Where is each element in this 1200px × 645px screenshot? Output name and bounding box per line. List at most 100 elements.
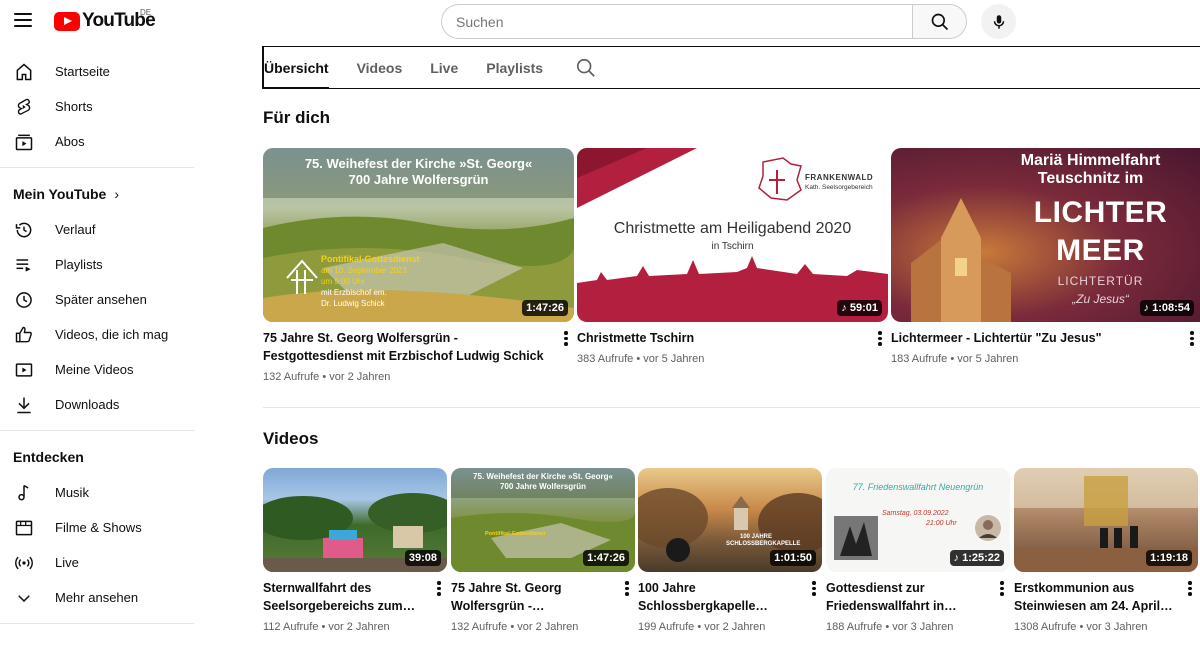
sidebar-item-films[interactable]: Filme & Shows	[0, 510, 200, 545]
section-title-videos: Videos	[263, 429, 319, 448]
thumbnail-text: Teuschnitz im	[1037, 170, 1144, 187]
video-meta: 132 Aufrufe • vor 2 Jahren	[263, 371, 391, 383]
video-thumbnail[interactable]: 75. Weihefest der Kirche »St. Georg« 700…	[263, 148, 574, 322]
chevron-down-icon	[13, 587, 35, 609]
more-options-icon[interactable]	[812, 581, 816, 596]
thumbnail-text: MEER	[1056, 234, 1145, 267]
video-thumbnail[interactable]: 39:08	[263, 468, 447, 572]
thumbnail-text: Christmette am Heiligabend 2020	[613, 220, 852, 237]
sidebar-divider	[0, 623, 194, 624]
channel-tabs: Übersicht Videos Live Playlists	[262, 46, 1200, 89]
sidebar-item-home[interactable]: Startseite	[0, 54, 200, 89]
video-title[interactable]: 100 Jahre Schlossbergkapelle…	[638, 579, 822, 615]
film-icon	[13, 517, 35, 539]
video-card: 75. Weihefest der Kirche »St. Georg« 700…	[263, 148, 574, 383]
video-title[interactable]: 75 Jahre St. Georg Wolfersgrün - Festgot…	[263, 329, 574, 365]
video-duration: ♪ 1:25:22	[949, 550, 1004, 566]
thumbnail-text: 21:00 Uhr	[926, 520, 957, 527]
video-duration: 39:08	[404, 550, 441, 566]
more-options-icon[interactable]	[437, 581, 441, 596]
thumbnail-text: LICHTER	[1033, 196, 1168, 229]
sidebar-item-liked-videos[interactable]: Videos, die ich mag	[0, 317, 200, 352]
sidebar-item-my-videos[interactable]: Meine Videos	[0, 352, 200, 387]
search-icon	[931, 13, 948, 30]
video-card: Mariä Himmelfahrt Teuschnitz im LICHTER …	[891, 148, 1200, 365]
video-title[interactable]: Sternwallfahrt des Seelsorgebereichs zum…	[263, 579, 447, 615]
audio-note-icon: ♪	[841, 302, 850, 314]
church-logo-icon	[286, 259, 318, 294]
thumbnail-bw-photo	[834, 516, 878, 560]
thumbnail-text: 77. Friedenswallfahrt Neuengrün	[852, 482, 984, 492]
chevron-right-icon: ›	[114, 186, 120, 202]
video-duration: ♪ 1:08:54	[1139, 300, 1194, 316]
thumbnail-text: am 10. September 2023	[321, 266, 407, 275]
video-duration: 1:47:26	[522, 300, 568, 316]
more-options-icon[interactable]	[878, 331, 882, 346]
sidebar-item-playlists[interactable]: Playlists	[0, 247, 200, 282]
sidebar-item-music[interactable]: Musik	[0, 475, 200, 510]
audio-note-icon: ♪	[953, 552, 963, 564]
video-thumbnail[interactable]: Mariä Himmelfahrt Teuschnitz im LICHTER …	[891, 148, 1200, 322]
video-card: 1:19:18 Erstkommunion aus Steinwiesen am…	[1014, 468, 1198, 633]
tab-playlists[interactable]: Playlists	[486, 47, 543, 88]
more-options-icon[interactable]	[1000, 581, 1004, 596]
video-thumbnail[interactable]: 75. Weihefest der Kirche »St. Georg« 700…	[451, 468, 635, 572]
sidebar-heading-you[interactable]: Mein YouTube ›	[0, 176, 200, 212]
sidebar: Startseite Shorts Abos Mein YouTube › Ve…	[0, 54, 200, 632]
video-meta: 112 Aufrufe • vor 2 Jahren	[263, 621, 390, 633]
region-code: DE	[140, 8, 152, 17]
sidebar-item-live[interactable]: Live	[0, 545, 200, 580]
video-card: 39:08 Sternwallfahrt des Seelsorgebereic…	[263, 468, 447, 633]
my-videos-icon	[13, 359, 35, 381]
tab-overview[interactable]: Übersicht	[264, 47, 329, 89]
more-options-icon[interactable]	[564, 331, 568, 346]
sidebar-item-subscriptions[interactable]: Abos	[0, 124, 200, 159]
video-title[interactable]: Christmette Tschirn	[577, 329, 888, 347]
top-bar: YouTube DE	[0, 0, 1200, 44]
video-title[interactable]: Erstkommunion aus Steinwiesen am 24. Apr…	[1014, 579, 1198, 615]
more-options-icon[interactable]	[1190, 331, 1194, 346]
video-duration: ♪ 59:01	[837, 300, 882, 316]
video-thumbnail[interactable]: FRANKENWALD Kath. Seelsorgebereich Chris…	[577, 148, 888, 322]
video-card: 75. Weihefest der Kirche »St. Georg« 700…	[451, 468, 635, 633]
more-options-icon[interactable]	[625, 581, 629, 596]
more-options-icon[interactable]	[1188, 581, 1192, 596]
thumbnail-text: 75. Weihefest der Kirche »St. Georg«	[304, 156, 533, 171]
video-title[interactable]: Lichtermeer - Lichtertür "Zu Jesus"	[891, 329, 1200, 347]
youtube-play-icon	[54, 11, 80, 31]
tab-live[interactable]: Live	[430, 47, 458, 88]
voice-search-button[interactable]	[981, 4, 1016, 39]
playlists-icon	[13, 254, 35, 276]
sidebar-item-history[interactable]: Verlauf	[0, 212, 200, 247]
home-icon	[13, 61, 35, 83]
sidebar-heading-explore: Entdecken	[13, 449, 84, 465]
thumbnail-text: Pontifikal-Gottesdienst	[321, 254, 420, 264]
search-button[interactable]	[912, 4, 967, 39]
menu-icon[interactable]	[14, 13, 32, 27]
thumbnail-text: Samstag, 03.09.2022	[882, 510, 949, 517]
church-silhouette	[911, 198, 1011, 322]
diocese-map-logo-icon	[758, 157, 802, 201]
thumbnail-text: Mariä Himmelfahrt	[1020, 152, 1161, 169]
sidebar-item-downloads[interactable]: Downloads	[0, 387, 200, 422]
music-icon	[13, 482, 35, 504]
channel-search-icon[interactable]	[575, 57, 597, 79]
thumbnail-text: Pontifikal-Gottesdienst	[485, 531, 546, 537]
video-thumbnail[interactable]: 1:19:18	[1014, 468, 1198, 572]
video-thumbnail[interactable]: 100 JAHRE SCHLOSSBERGKAPELLE 1:01:50	[638, 468, 822, 572]
tab-videos[interactable]: Videos	[357, 47, 403, 88]
search-input[interactable]	[441, 4, 912, 39]
sidebar-item-watch-later[interactable]: Später ansehen	[0, 282, 200, 317]
search-bar	[441, 4, 967, 39]
audio-note-icon: ♪	[1143, 302, 1153, 314]
video-meta: 1308 Aufrufe • vor 3 Jahren	[1014, 621, 1148, 633]
video-title[interactable]: Gottesdienst zur Friedenswallfahrt in…	[826, 579, 1010, 615]
video-card: 77. Friedenswallfahrt Neuengrün Samstag,…	[826, 468, 1010, 633]
thumbnail-text: Kath. Seelsorgebereich	[805, 184, 873, 191]
video-duration: 1:47:26	[583, 550, 629, 566]
video-title[interactable]: 75 Jahre St. Georg Wolfersgrün -…	[451, 579, 635, 615]
sidebar-item-shorts[interactable]: Shorts	[0, 89, 200, 124]
video-thumbnail[interactable]: 77. Friedenswallfahrt Neuengrün Samstag,…	[826, 468, 1010, 572]
sidebar-item-show-more[interactable]: Mehr ansehen	[0, 580, 200, 615]
thumbnail-text: mit Erzbischof em.	[321, 288, 387, 297]
